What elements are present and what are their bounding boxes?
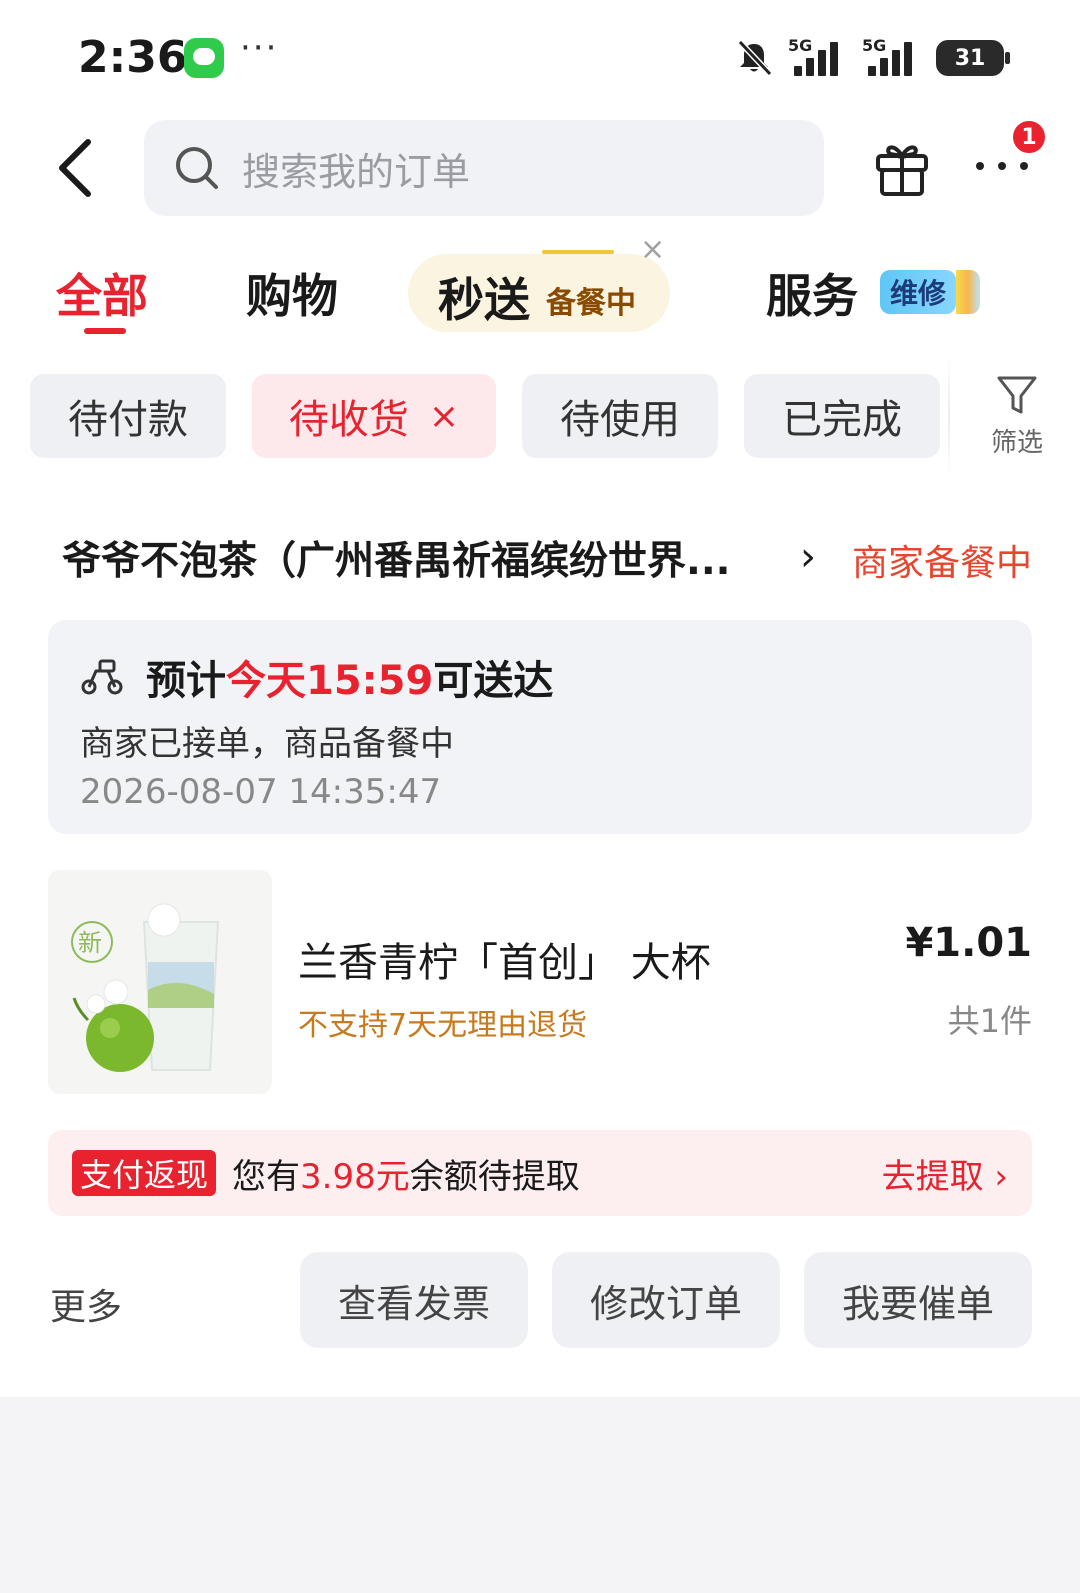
bell-muted-icon (737, 39, 773, 77)
signal-label: 5G (862, 36, 887, 55)
return-policy-note: 不支持7天无理由退货 (298, 1008, 588, 1043)
more-actions[interactable]: 更多 (50, 1278, 122, 1330)
delivery-estimate: 预计 今天15:59 可送达 (80, 648, 553, 706)
scooter-icon (81, 659, 123, 695)
search-placeholder: 搜索我的订单 (242, 149, 471, 194)
filter-funnel-icon (997, 376, 1037, 414)
battery-icon: 31 (936, 40, 1010, 76)
repair-tag: 维修 (880, 270, 957, 314)
cashback-text: 您有 3.98元 余额待提取 (232, 1150, 580, 1197)
delivery-timestamp: 2026-08-07 14:35:47 (80, 772, 442, 812)
active-tab-indicator (84, 328, 126, 334)
tab-instant-delivery-status: 备餐中 (546, 286, 636, 321)
modify-order-button[interactable]: 修改订单 (552, 1252, 780, 1348)
remove-filter-icon[interactable]: × (429, 396, 459, 437)
product-price: ¥1.01 (905, 920, 1032, 966)
status-bar: 2:36 ··· 5G 5G 31 (0, 0, 1080, 110)
cashback-suffix: 余额待提取 (409, 1156, 580, 1197)
gift-icon[interactable] (872, 134, 932, 198)
filter-button[interactable]: 筛选 (982, 374, 1052, 458)
status-indicators: 5G 5G 31 (734, 36, 1010, 80)
chip-pending-receipt[interactable]: 待收货 × (252, 374, 496, 458)
filter-label: 筛选 (990, 428, 1043, 458)
delivery-suffix: 可送达 (433, 658, 554, 704)
product-image: 新 (48, 870, 272, 1094)
product-item[interactable]: 新 兰香青柠「首创」 大杯 不支持7天无理由退货 ¥1.01 共1件 (48, 870, 1032, 1094)
tab-service[interactable]: 服务 (766, 260, 858, 326)
urge-order-button[interactable]: 我要催单 (804, 1252, 1032, 1348)
chip-pending-payment[interactable]: 待付款 (30, 374, 226, 458)
search-icon (176, 147, 218, 189)
chip-pending-receipt-label: 待收货 (288, 397, 409, 443)
signal-icon: 5G (862, 36, 922, 78)
chevron-right-icon: › (800, 534, 816, 580)
close-icon[interactable]: × (640, 232, 665, 267)
store-name: 爷爷不泡茶（广州番禺祈福缤纷世界... (62, 539, 731, 584)
delivery-info-card[interactable]: 预计 今天15:59 可送达 商家已接单，商品备餐中 2026-08-07 14… (48, 620, 1032, 834)
cashback-tag: 支付返现 (72, 1150, 217, 1196)
chip-completed[interactable]: 已完成 (744, 374, 940, 458)
battery-level: 31 (954, 45, 986, 71)
delivery-prefix: 预计 (146, 658, 226, 704)
status-more: ··· (240, 28, 279, 68)
cashback-prefix: 您有 (232, 1156, 300, 1197)
order-category-tabs: 全部 购物 秒送 备餐中 × 服务 维修 (0, 232, 1080, 350)
status-filter-chips: 待付款 待收货 × 待使用 已完成 筛选 (0, 354, 1080, 478)
delivery-message: 商家已接单，商品备餐中 (80, 724, 454, 764)
status-time: 2:36 (78, 32, 188, 83)
signal-icon: 5G (788, 36, 848, 78)
withdraw-link[interactable]: 去提取 › (882, 1150, 1008, 1197)
tab-instant-delivery[interactable]: 秒送 备餐中 (408, 250, 670, 332)
order-actions: 更多 查看发票 修改订单 我要催单 (48, 1252, 1032, 1348)
view-invoice-button[interactable]: 查看发票 (300, 1252, 528, 1348)
divider (948, 354, 950, 478)
tab-all[interactable]: 全部 (56, 260, 148, 326)
notification-badge: 1 (1010, 118, 1048, 156)
back-arrow-icon[interactable] (48, 132, 108, 204)
store-header[interactable]: 爷爷不泡茶（广州番禺祈福缤纷世界... › 商家备餐中 (62, 530, 1032, 584)
product-photo: 新 (48, 870, 272, 1094)
search-input[interactable]: 搜索我的订单 (144, 120, 824, 216)
message-icon (184, 38, 224, 78)
new-badge: 新 (78, 929, 102, 957)
tab-decoration (542, 250, 614, 254)
chip-pending-use[interactable]: 待使用 (522, 374, 718, 458)
cashback-amount: 3.98元 (300, 1156, 410, 1197)
tag-decoration (956, 270, 980, 314)
tab-instant-delivery-label: 秒送 (438, 273, 530, 327)
product-name: 兰香青柠「首创」 大杯 (298, 940, 711, 986)
product-count: 共1件 (947, 1002, 1032, 1040)
signal-label: 5G (788, 36, 813, 55)
order-status: 商家备餐中 (851, 543, 1032, 584)
cashback-banner[interactable]: 支付返现 您有 3.98元 余额待提取 去提取 › (48, 1130, 1032, 1216)
delivery-time: 今天15:59 (226, 658, 434, 704)
header: 搜索我的订单 1 (0, 110, 1080, 220)
tab-shopping[interactable]: 购物 (246, 260, 338, 326)
